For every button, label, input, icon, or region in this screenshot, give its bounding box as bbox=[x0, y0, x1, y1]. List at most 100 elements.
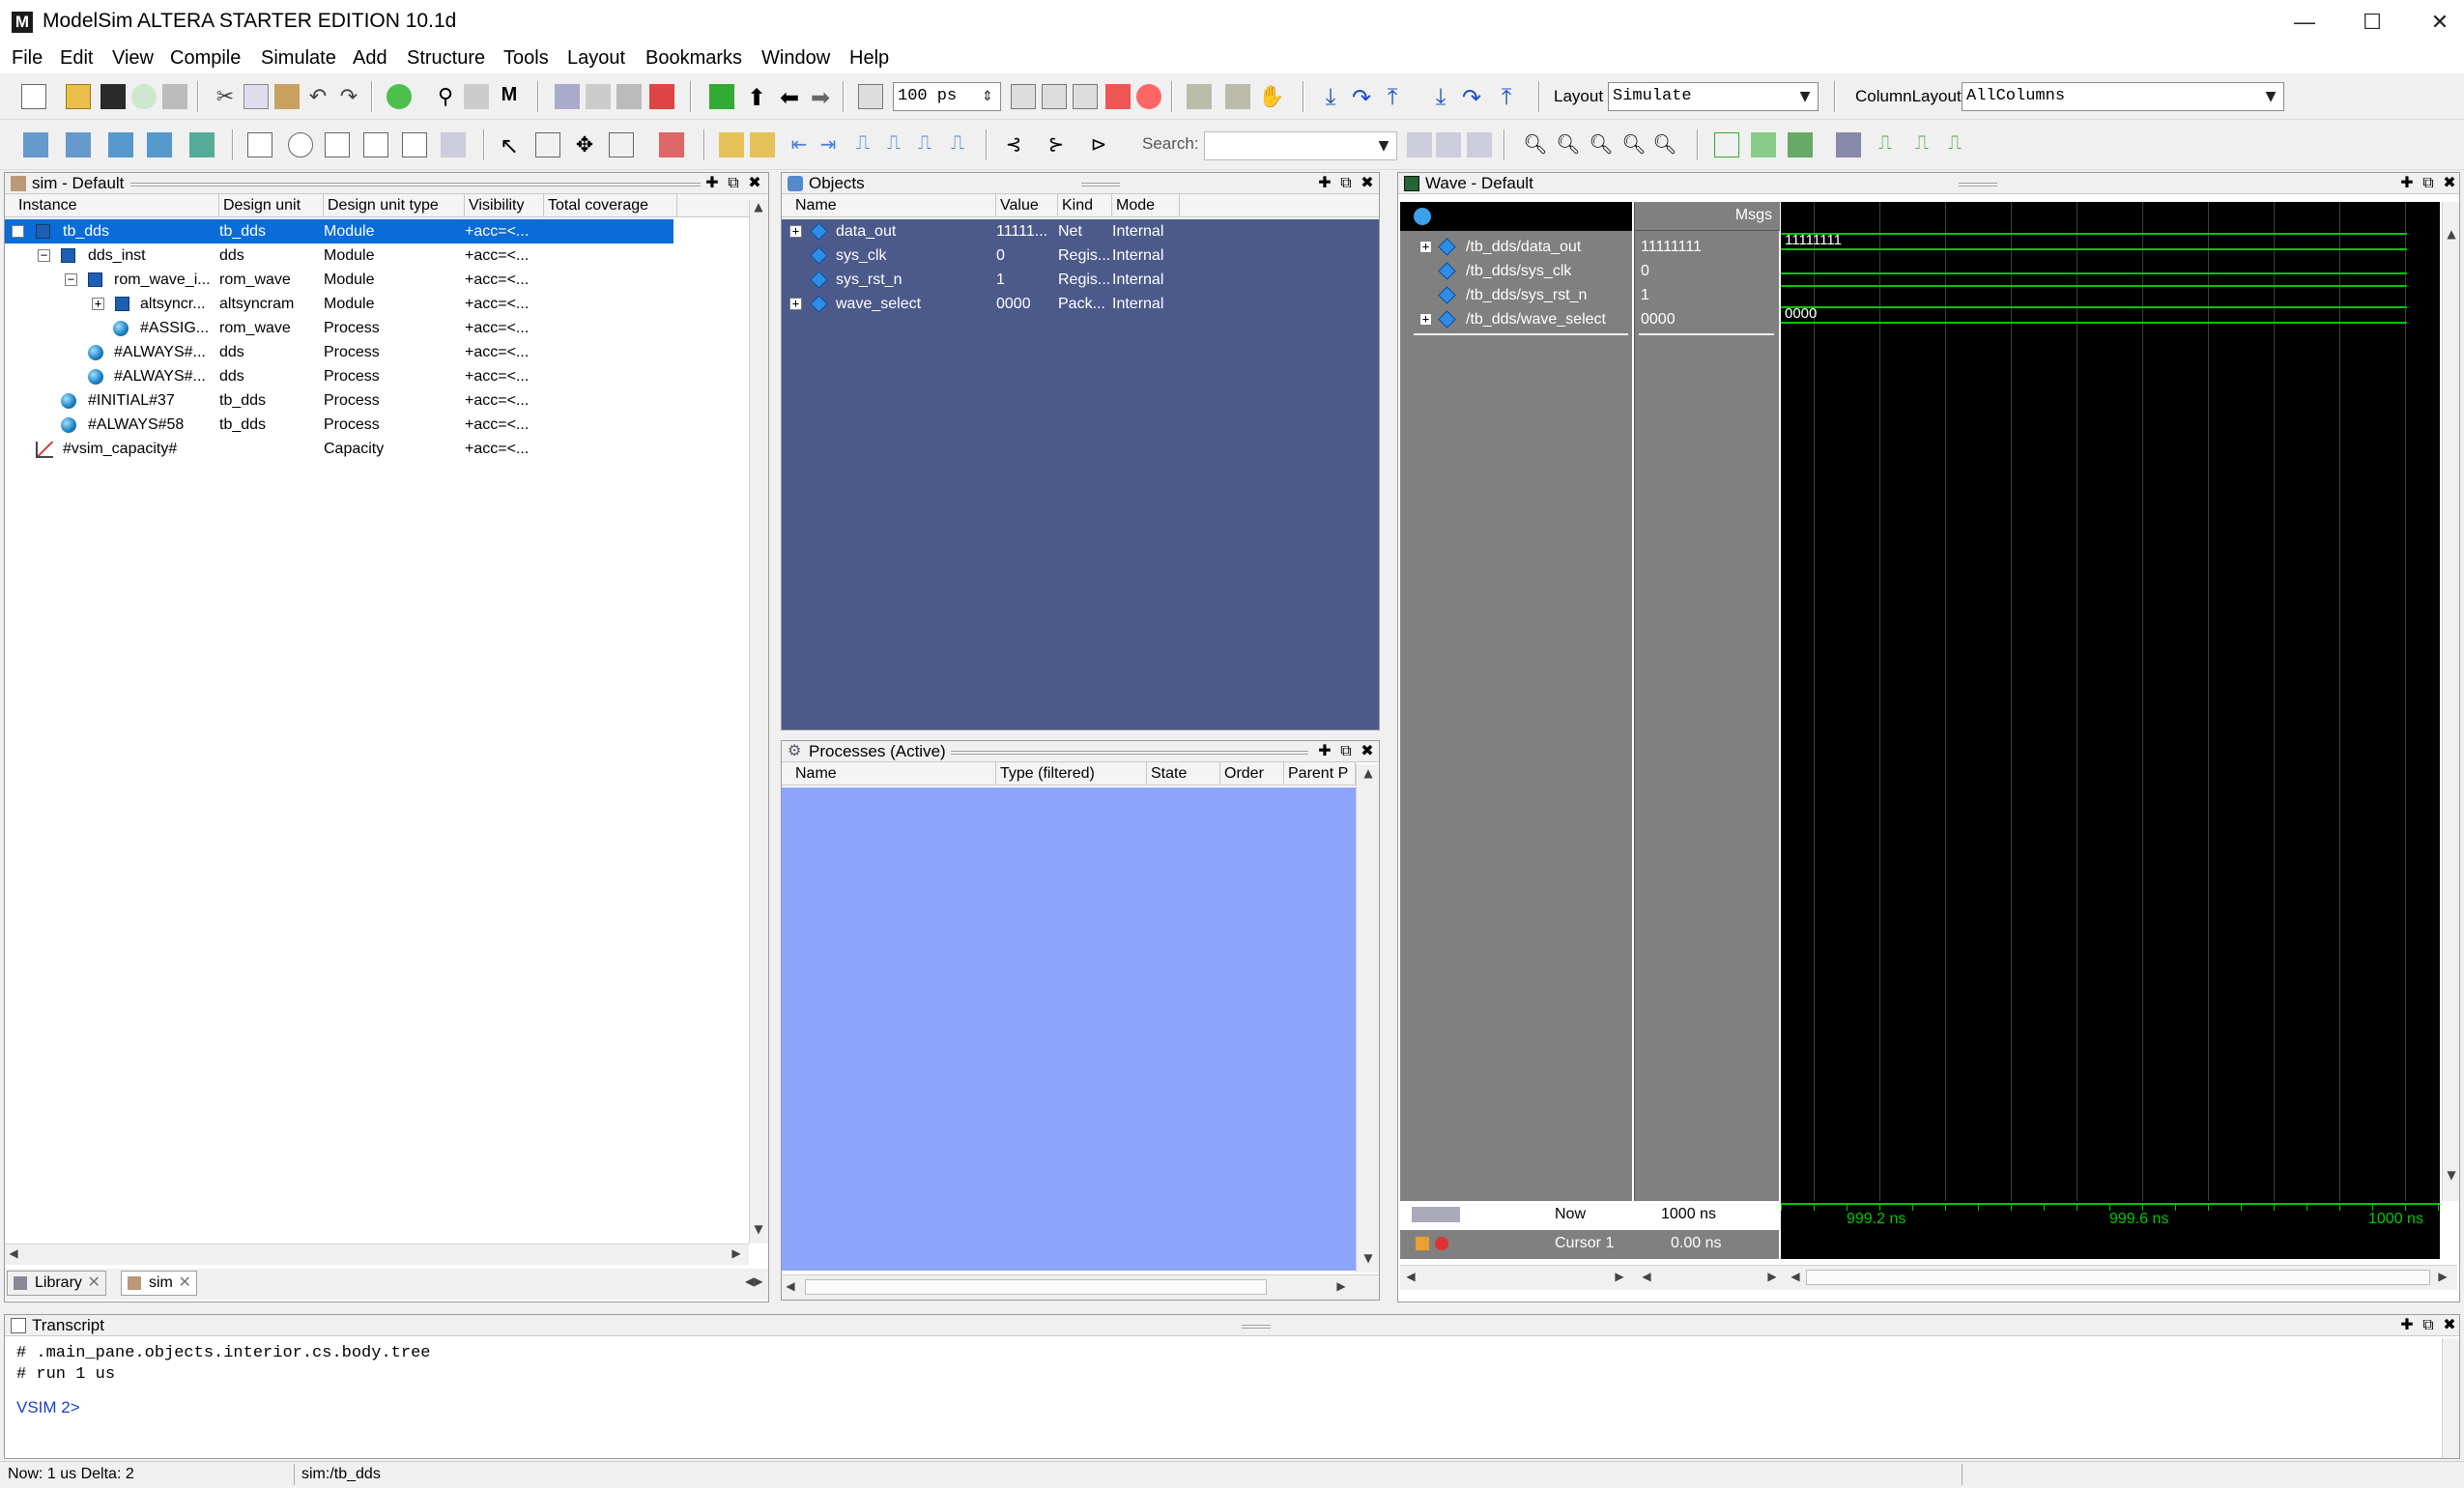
remove-cursor-icon[interactable] bbox=[1435, 1237, 1448, 1250]
object-row[interactable]: sys_clk 0 Regis... Internal bbox=[782, 243, 1379, 268]
cursor-prev-icon[interactable] bbox=[719, 132, 744, 157]
open-folder-icon[interactable] bbox=[66, 84, 91, 109]
menu-window[interactable]: Window bbox=[761, 47, 830, 70]
menu-view[interactable]: View bbox=[112, 47, 154, 70]
search-input[interactable]: ▼ bbox=[1204, 131, 1397, 160]
drag-handle[interactable] bbox=[951, 751, 1308, 755]
rising-edge-icon[interactable]: ⎍ bbox=[881, 132, 906, 157]
edge-icon[interactable]: ⎍ bbox=[912, 132, 937, 157]
select-pointer-icon[interactable]: ↖ bbox=[497, 132, 522, 159]
scroll-left-icon[interactable]: ◀ bbox=[782, 1279, 799, 1293]
add-panel-icon[interactable]: ✚ bbox=[1315, 173, 1334, 194]
any-edge-icon[interactable]: ⎍ bbox=[945, 132, 970, 157]
step-into-icon[interactable]: ⤓ bbox=[1318, 84, 1343, 110]
back-icon[interactable]: ⬅ bbox=[777, 84, 802, 111]
run-length-input[interactable]: 100 ps ⇕ bbox=[893, 82, 1001, 111]
processes-vertical-scrollbar[interactable]: ▲ ▼ bbox=[1356, 764, 1379, 1273]
wave-format-icon[interactable] bbox=[189, 132, 215, 157]
add-panel-icon[interactable]: ✚ bbox=[1315, 741, 1334, 762]
col-mode[interactable]: Mode bbox=[1112, 194, 1180, 217]
step-over-icon[interactable]: ↷ bbox=[1349, 84, 1374, 111]
col-name[interactable]: Name bbox=[782, 762, 996, 786]
menu-file[interactable]: File bbox=[12, 47, 43, 70]
scroll-right-icon[interactable]: ▶ bbox=[1332, 1279, 1350, 1293]
col-parent[interactable]: Parent P bbox=[1284, 762, 1356, 786]
scroll-left-icon[interactable]: ◀ bbox=[1787, 1270, 1804, 1283]
step-over-current-icon[interactable]: ↷ bbox=[1459, 84, 1484, 111]
cursor-tools-icon[interactable] bbox=[1412, 1207, 1460, 1222]
wave-height-icon[interactable] bbox=[1788, 132, 1813, 157]
scroll-right-icon[interactable]: ▶ bbox=[1763, 1270, 1781, 1283]
wave-scroll-thumb[interactable] bbox=[1806, 1270, 2430, 1285]
wave-canvas[interactable]: 11111111 0000 bbox=[1781, 202, 2440, 1201]
wave-fall-icon[interactable]: ⎍ bbox=[1909, 132, 1934, 157]
cut-icon[interactable]: ✂ bbox=[213, 84, 238, 109]
wave-divider-icon[interactable] bbox=[147, 132, 172, 157]
sim-vertical-scrollbar[interactable]: ▲ ▼ bbox=[749, 200, 768, 1244]
tab-library[interactable]: Library ✕ bbox=[7, 1271, 106, 1296]
chevron-down-icon[interactable]: ▼ bbox=[1792, 83, 1818, 110]
zoom-out-icon[interactable]: 🔍︎ bbox=[1556, 132, 1581, 157]
wave-compare-icon[interactable] bbox=[1714, 132, 1739, 157]
tree-row[interactable]: #ALWAYS#... dds Process +acc=<... bbox=[5, 340, 673, 364]
zoom-in-icon[interactable]: 🔍︎ bbox=[1523, 132, 1548, 157]
close-panel-icon[interactable]: ✖ bbox=[2440, 173, 2459, 194]
scroll-up-icon[interactable]: ▲ bbox=[2443, 227, 2460, 241]
menu-layout[interactable]: Layout bbox=[567, 47, 625, 70]
edge-next-icon[interactable]: ⇥ bbox=[816, 132, 841, 157]
minimize-button[interactable]: — bbox=[2271, 0, 2338, 44]
drag-handle[interactable] bbox=[1081, 183, 1120, 186]
chevron-down-icon[interactable]: ▼ bbox=[1371, 132, 1396, 159]
hand-icon[interactable]: ✋ bbox=[1258, 84, 1284, 109]
processes-horizontal-scrollbar[interactable]: ◀ ▶ bbox=[782, 1274, 1379, 1300]
scroll-down-icon[interactable]: ▼ bbox=[1360, 1251, 1377, 1265]
insert-cursor-icon[interactable] bbox=[247, 132, 272, 157]
continue-run-icon[interactable] bbox=[1042, 84, 1067, 109]
col-visibility[interactable]: Visibility bbox=[465, 194, 544, 217]
tree-row[interactable]: #vsim_capacity# Capacity +acc=<... bbox=[5, 437, 673, 461]
scroll-right-icon[interactable]: ▶ bbox=[728, 1246, 745, 1260]
tab-scroll-icon[interactable]: ◀▶ bbox=[745, 1274, 762, 1288]
time-mode-icon[interactable]: ⊳ bbox=[1086, 132, 1111, 157]
tree-row[interactable]: #INITIAL#37 tb_dds Process +acc=<... bbox=[5, 388, 673, 413]
sim-horizontal-scrollbar[interactable]: ◀ ▶ bbox=[5, 1244, 749, 1265]
break-icon[interactable] bbox=[649, 84, 674, 109]
run-icon-2[interactable] bbox=[1011, 84, 1036, 109]
redo-icon[interactable]: ↷ bbox=[336, 84, 361, 109]
undock-icon[interactable]: ⧉ bbox=[1336, 741, 1356, 762]
scroll-down-icon[interactable]: ▼ bbox=[2443, 1168, 2460, 1182]
step-out-icon[interactable]: ⤒ bbox=[1380, 84, 1405, 110]
collapse-icon[interactable]: − bbox=[12, 225, 24, 238]
forward-icon[interactable]: ➡ bbox=[808, 84, 833, 111]
falling-edge-icon[interactable]: ⎍ bbox=[850, 132, 875, 157]
wave-sys-rst-n[interactable] bbox=[1781, 285, 2407, 287]
col-order[interactable]: Order bbox=[1220, 762, 1284, 786]
wave-rise-icon[interactable]: ⎍ bbox=[1873, 132, 1898, 157]
expand-icon[interactable]: + bbox=[789, 298, 802, 310]
zoom-full-icon[interactable]: 🔍︎ bbox=[1589, 132, 1614, 157]
spin-arrows-icon[interactable]: ⇕ bbox=[975, 83, 1000, 110]
add-panel-icon[interactable]: ✚ bbox=[702, 173, 722, 194]
col-value[interactable]: Value bbox=[996, 194, 1058, 217]
close-panel-icon[interactable]: ✖ bbox=[1358, 173, 1377, 194]
tree-row[interactable]: + altsyncr... altsyncram Module +acc=<..… bbox=[5, 292, 673, 316]
search-prev-icon[interactable] bbox=[1436, 132, 1461, 157]
save-icon[interactable] bbox=[100, 84, 126, 109]
scroll-up-icon[interactable]: ▲ bbox=[750, 200, 767, 214]
menu-bookmarks[interactable]: Bookmarks bbox=[645, 47, 742, 70]
close-panel-icon[interactable]: ✖ bbox=[745, 173, 764, 194]
close-tab-icon[interactable]: ✕ bbox=[88, 1272, 100, 1295]
col-design-unit-type[interactable]: Design unit type bbox=[324, 194, 465, 217]
col-instance[interactable]: Instance bbox=[5, 194, 219, 217]
tree-row[interactable]: #ALWAYS#... dds Process +acc=<... bbox=[5, 364, 673, 388]
scroll-down-icon[interactable]: ▼ bbox=[750, 1222, 767, 1236]
zoom-cursor-icon-2[interactable]: 🔍︎ bbox=[1621, 132, 1647, 157]
undock-icon[interactable]: ⧉ bbox=[1336, 173, 1356, 194]
all-icon[interactable] bbox=[402, 132, 427, 157]
up-arrow-icon[interactable]: ⬆ bbox=[744, 84, 769, 111]
tool-icon[interactable] bbox=[441, 132, 466, 157]
break-run-icon[interactable] bbox=[1105, 84, 1131, 109]
wave-data-out[interactable] bbox=[1781, 233, 2407, 250]
wave-add-icon[interactable] bbox=[23, 132, 48, 157]
col-kind[interactable]: Kind bbox=[1058, 194, 1112, 217]
